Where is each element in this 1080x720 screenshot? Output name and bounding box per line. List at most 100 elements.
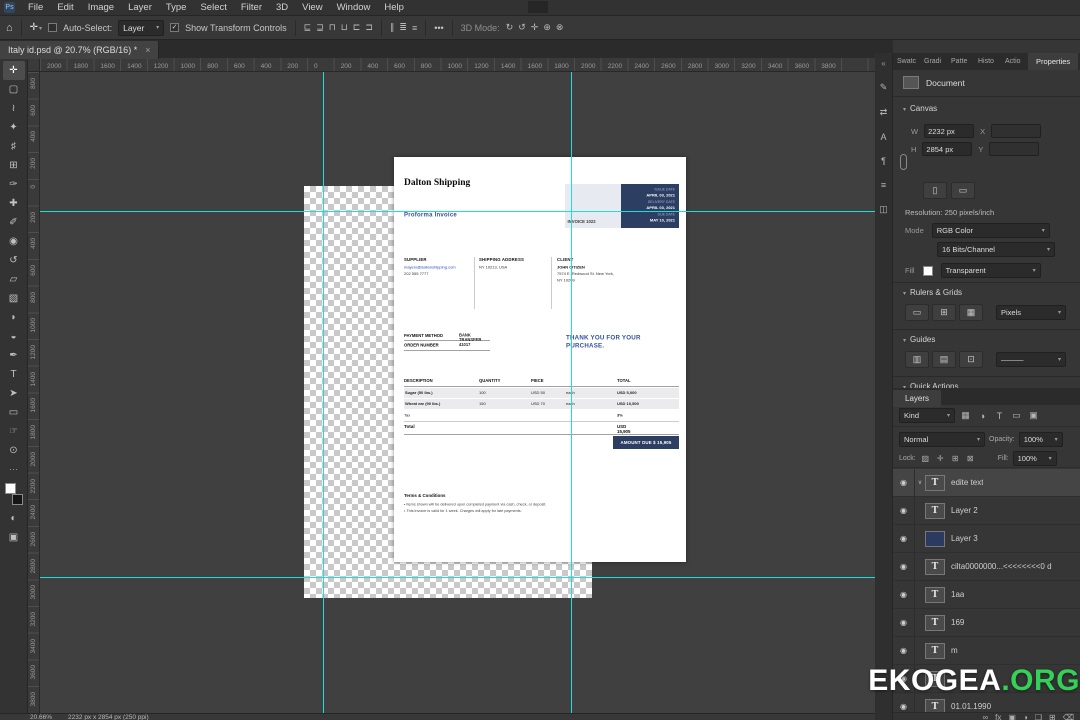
distribute-icon[interactable]: ∥ [390, 22, 395, 33]
layer-filter-icon[interactable]: T [993, 411, 1006, 421]
menubar-item[interactable]: File [21, 0, 50, 15]
3d-mode-icon[interactable]: ↻ [506, 22, 514, 33]
ruler-grid-toggle-icon[interactable]: ⊞ [932, 304, 956, 321]
opacity-select[interactable]: 100% ▾ [1018, 431, 1063, 447]
layer-visibility-toggle[interactable]: ◉ [893, 609, 915, 636]
eyedropper-tool[interactable]: ✑ [3, 175, 25, 194]
guide-style-select[interactable]: ——— ▾ [996, 352, 1066, 367]
menubar-item[interactable]: Layer [121, 0, 159, 15]
menubar-item[interactable]: Type [159, 0, 194, 15]
panel-tab[interactable]: Swatc [893, 53, 920, 70]
layer-filter-icon[interactable]: ▭ [1010, 410, 1023, 421]
menubar-item[interactable]: 3D [269, 0, 295, 15]
guide-toggle-icon[interactable]: ▤ [932, 351, 956, 368]
panel-tab[interactable]: Patte [947, 53, 974, 70]
layer-row[interactable]: ◉ 1aa [893, 581, 1080, 609]
show-transform-checkbox[interactable]: ✓ [170, 23, 180, 32]
lock-icon[interactable]: ⊞ [950, 454, 961, 463]
align-icon[interactable]: ⊑ [304, 22, 312, 33]
quick-selection-tool[interactable]: ✦ [3, 118, 25, 137]
layer-row[interactable]: ◉ m [893, 637, 1080, 665]
auto-select-target-select[interactable]: Layer ▾ [118, 19, 165, 36]
layers-footer-icon[interactable]: ◑ [1023, 713, 1028, 720]
tab-properties[interactable]: Properties [1028, 53, 1079, 70]
layer-filter-icon[interactable]: ▣ [1027, 410, 1040, 421]
layer-row[interactable]: ◉ ∨ edite text [893, 469, 1080, 497]
auto-select-checkbox[interactable] [48, 23, 58, 32]
orientation-icon[interactable]: ▯ [923, 182, 947, 199]
zoom-tool[interactable]: ⊙ [3, 441, 25, 460]
layer-filter-icon[interactable]: ◑ [976, 411, 989, 421]
3d-mode-icon[interactable]: ⊕ [543, 22, 551, 33]
layers-footer-icon[interactable]: ⊞ [1049, 713, 1056, 720]
more-options-button[interactable]: ••• [434, 23, 443, 33]
move-tool[interactable]: ✛ [2, 61, 25, 80]
healing-brush-tool[interactable]: ✚ [3, 194, 25, 213]
collapsed-panel-icon[interactable]: ⇄ [880, 107, 888, 118]
clone-stamp-tool[interactable]: ◉ [3, 232, 25, 251]
panel-tab[interactable]: Gradi [920, 53, 947, 70]
vertical-ruler[interactable]: 800 600 400 200 0 200 400 600 800 1000 1200 1400 160… [28, 72, 40, 713]
canvas-height-field[interactable]: 2854 px [922, 142, 973, 156]
foreground-color-swatch[interactable] [4, 483, 16, 494]
link-dimensions-icon[interactable] [900, 154, 907, 170]
rulers-grids-header[interactable]: ▾ Rulers & Grids [903, 288, 962, 297]
menubar-item[interactable]: Window [330, 0, 378, 15]
frame-tool[interactable]: ⊞ [3, 156, 25, 175]
guide-toggle-icon[interactable]: ⊡ [959, 351, 983, 368]
orientation-icon[interactable]: ▭ [951, 182, 975, 199]
home-icon[interactable]: ⌂ [6, 22, 13, 34]
menubar-item[interactable]: Filter [234, 0, 269, 15]
align-icon[interactable]: ⊓ [329, 22, 336, 33]
current-tool-icon[interactable]: ✛▾ [30, 22, 42, 33]
layer-filter-icon[interactable]: ▦ [959, 410, 972, 421]
canvas-y-field[interactable] [989, 142, 1040, 156]
menubar-item[interactable]: View [295, 0, 329, 15]
collapsed-panel-icon[interactable]: ≡ [881, 180, 886, 190]
layer-visibility-toggle[interactable]: ◉ [893, 497, 915, 524]
collapsed-panel-icon[interactable]: ✎ [880, 82, 888, 93]
canvas-section-header[interactable]: ▾ Canvas [903, 104, 937, 113]
blur-tool[interactable]: ◗ [3, 308, 25, 327]
units-select[interactable]: Pixels ▾ [996, 305, 1066, 320]
path-selection-tool[interactable]: ➤ [3, 384, 25, 403]
pen-tool[interactable]: ✒ [3, 346, 25, 365]
align-icon[interactable]: ⊏ [353, 22, 361, 33]
3d-mode-icon[interactable]: ↺ [518, 22, 526, 33]
close-icon[interactable]: × [145, 45, 150, 55]
layer-visibility-toggle[interactable]: ◉ [893, 525, 915, 552]
layer-row[interactable]: ◉ Layer 3 [893, 525, 1080, 553]
lock-icon[interactable]: ✛ [935, 454, 946, 463]
canvas-x-field[interactable] [991, 124, 1042, 138]
lock-icon[interactable]: ▨ [920, 454, 931, 463]
history-brush-tool[interactable]: ↺ [3, 251, 25, 270]
gradient-tool[interactable]: ▧ [3, 289, 25, 308]
lasso-tool[interactable]: ≀ [3, 99, 25, 118]
layers-footer-icon[interactable]: ❏ [1035, 713, 1042, 720]
color-mode-select[interactable]: RGB Color ▾ [931, 223, 1050, 238]
layer-row[interactable]: ◉ Layer 2 [893, 497, 1080, 525]
guide-toggle-icon[interactable]: ▥ [905, 351, 929, 368]
shape-tool[interactable]: ▭ [3, 403, 25, 422]
brush-tool[interactable]: ✐ [3, 213, 25, 232]
ruler-grid-toggle-icon[interactable]: ▦ [959, 304, 983, 321]
guide-horizontal[interactable] [40, 577, 875, 578]
3d-mode-icon[interactable]: ⊗ [556, 22, 564, 33]
hand-tool[interactable]: ☞ [3, 422, 25, 441]
document-tab[interactable]: Italy id.psd @ 20.7% (RGB/16) * × [0, 41, 160, 59]
guide-horizontal[interactable] [40, 211, 875, 212]
menubar-item[interactable]: Edit [50, 0, 80, 15]
kind-filter-select[interactable]: Kind ▾ [899, 408, 955, 423]
expand-panels-icon[interactable]: « [881, 59, 885, 68]
fill-select[interactable]: Transparent ▾ [940, 263, 1041, 278]
collapsed-panel-icon[interactable]: ¶ [881, 156, 886, 166]
guide-vertical[interactable] [571, 72, 572, 713]
layer-expander[interactable]: ∨ [915, 479, 925, 486]
background-color-swatch[interactable] [11, 494, 23, 505]
bit-depth-select[interactable]: 16 Bits/Channel ▾ [937, 242, 1055, 257]
menubar-item[interactable]: Help [377, 0, 411, 15]
lock-icon[interactable]: ⊠ [965, 454, 976, 463]
quick-mask-icon[interactable]: ◐ [3, 509, 25, 528]
layers-footer-icon[interactable]: fx [995, 713, 1001, 720]
layer-fill-select[interactable]: 100% ▾ [1012, 451, 1057, 466]
